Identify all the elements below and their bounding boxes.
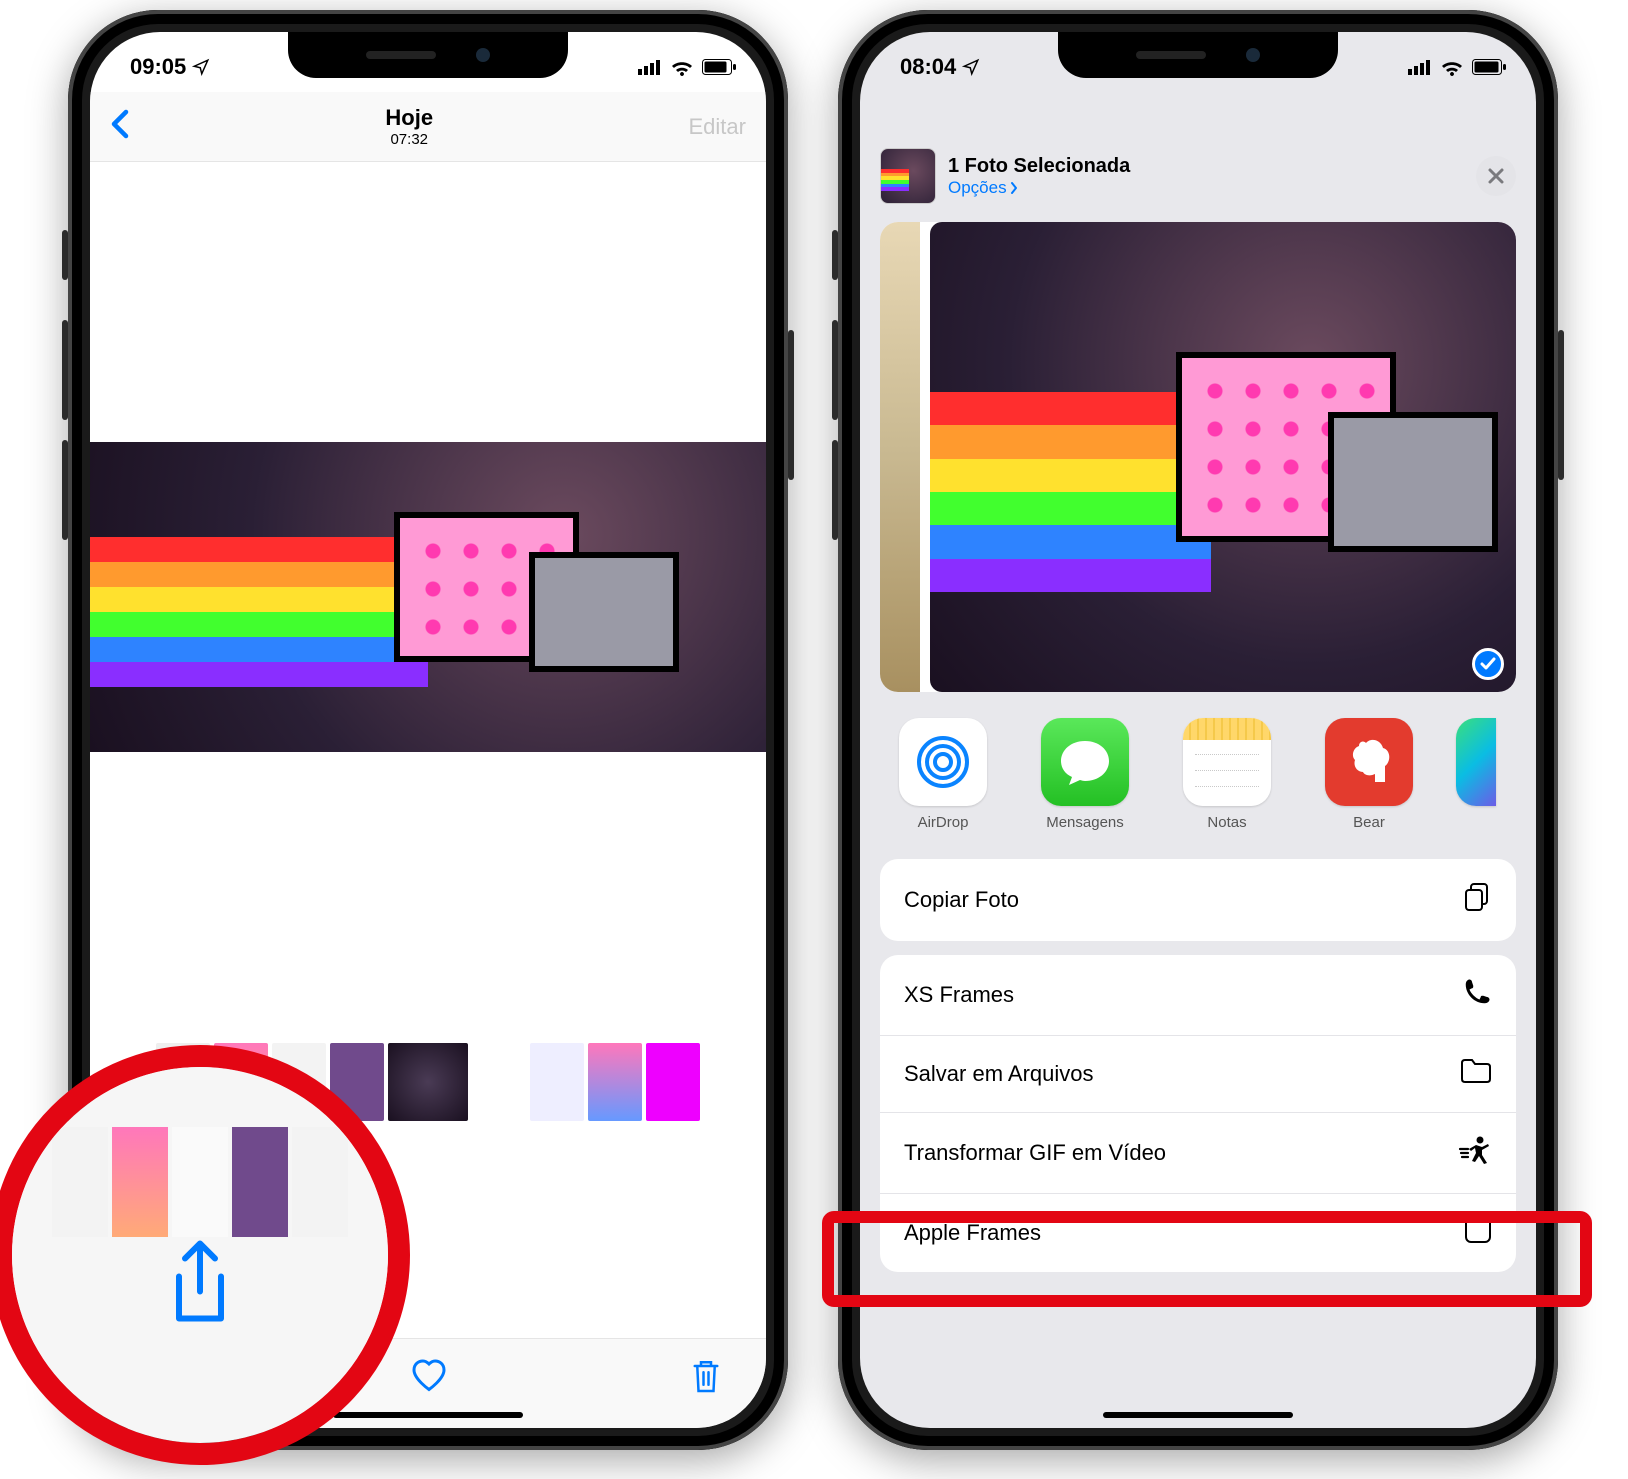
app-notes[interactable]: Notas bbox=[1172, 718, 1282, 831]
wifi-icon bbox=[1440, 58, 1464, 76]
actions-group-2: XS Frames Salvar em Arquivos Transformar… bbox=[880, 955, 1516, 1272]
phone-frame-right: 08:04 1 Foto Selecionada Opções bbox=[838, 10, 1558, 1450]
status-time: 08:04 bbox=[900, 54, 956, 80]
nav-subtitle-text: 07:32 bbox=[385, 131, 433, 148]
copy-icon bbox=[1462, 881, 1492, 919]
preview-main bbox=[930, 222, 1516, 692]
share-header: 1 Foto Selecionada Opções bbox=[860, 134, 1536, 218]
wifi-icon bbox=[670, 58, 694, 76]
screen-right: 08:04 1 Foto Selecionada Opções bbox=[860, 32, 1536, 1428]
edit-button[interactable]: Editar bbox=[689, 114, 746, 140]
phone-frame-left: 09:05 Hoje 07:32 Editar bbox=[68, 10, 788, 1450]
location-icon bbox=[192, 58, 210, 76]
action-label: Apple Frames bbox=[904, 1220, 1041, 1246]
home-indicator[interactable] bbox=[1103, 1412, 1293, 1418]
share-button[interactable] bbox=[135, 1356, 167, 1401]
back-button[interactable] bbox=[110, 109, 130, 144]
action-apple-frames[interactable]: Apple Frames bbox=[880, 1194, 1516, 1272]
actions-group-1: Copiar Foto bbox=[880, 859, 1516, 941]
action-label: Salvar em Arquivos bbox=[904, 1061, 1094, 1087]
app-messages[interactable]: Mensagens bbox=[1030, 718, 1140, 831]
app-airdrop[interactable]: AirDrop bbox=[888, 718, 998, 831]
cellular-icon bbox=[1408, 59, 1432, 75]
close-button[interactable] bbox=[1476, 156, 1516, 196]
share-thumbnail bbox=[880, 148, 936, 204]
battery-icon bbox=[1472, 59, 1506, 75]
screen-left: 09:05 Hoje 07:32 Editar bbox=[90, 32, 766, 1428]
close-icon bbox=[1487, 167, 1505, 185]
battery-icon bbox=[702, 59, 736, 75]
app-label: AirDrop bbox=[888, 814, 998, 831]
trash-button[interactable] bbox=[691, 1358, 721, 1399]
chevron-right-icon bbox=[1009, 181, 1019, 195]
action-gif-to-video[interactable]: Transformar GIF em Vídeo bbox=[880, 1113, 1516, 1194]
photo-content bbox=[90, 442, 766, 752]
nav-title: Hoje 07:32 bbox=[385, 105, 433, 148]
share-apps-row[interactable]: AirDrop Mensagens Notas bbox=[860, 714, 1536, 845]
notch bbox=[288, 32, 568, 78]
home-indicator[interactable] bbox=[333, 1412, 523, 1418]
action-label: Copiar Foto bbox=[904, 887, 1019, 913]
notch bbox=[1058, 32, 1338, 78]
cellular-icon bbox=[638, 59, 662, 75]
shortcut-box-icon bbox=[1464, 1216, 1492, 1250]
action-label: XS Frames bbox=[904, 982, 1014, 1008]
bear-icon bbox=[1341, 734, 1397, 790]
location-icon bbox=[962, 58, 980, 76]
app-label: Bear bbox=[1314, 814, 1424, 831]
action-copy-photo[interactable]: Copiar Foto bbox=[880, 859, 1516, 941]
action-xs-frames[interactable]: XS Frames bbox=[880, 955, 1516, 1036]
action-save-files[interactable]: Salvar em Arquivos bbox=[880, 1036, 1516, 1113]
app-label: Mensagens bbox=[1030, 814, 1140, 831]
app-bear[interactable]: Bear bbox=[1314, 718, 1424, 831]
app-more[interactable] bbox=[1456, 718, 1536, 831]
selected-check-icon bbox=[1472, 648, 1504, 680]
adjacent-photo-peek bbox=[880, 222, 920, 692]
favorite-button[interactable] bbox=[411, 1359, 447, 1398]
share-title: 1 Foto Selecionada bbox=[948, 155, 1130, 178]
nav-bar: Hoje 07:32 Editar bbox=[90, 92, 766, 162]
photo-viewer[interactable] bbox=[90, 162, 766, 1032]
status-time: 09:05 bbox=[130, 54, 186, 80]
share-options-button[interactable]: Opções bbox=[948, 178, 1130, 198]
nav-title-text: Hoje bbox=[385, 105, 433, 130]
messages-icon bbox=[1058, 737, 1112, 787]
folder-icon bbox=[1460, 1058, 1492, 1090]
share-preview[interactable] bbox=[880, 222, 1516, 692]
app-label: Notas bbox=[1172, 814, 1282, 831]
shortcut-run-icon bbox=[1458, 1135, 1492, 1171]
thumbnail-strip[interactable] bbox=[90, 1032, 766, 1132]
phone-icon bbox=[1462, 977, 1492, 1013]
action-label: Transformar GIF em Vídeo bbox=[904, 1140, 1166, 1166]
airdrop-icon bbox=[913, 732, 973, 792]
